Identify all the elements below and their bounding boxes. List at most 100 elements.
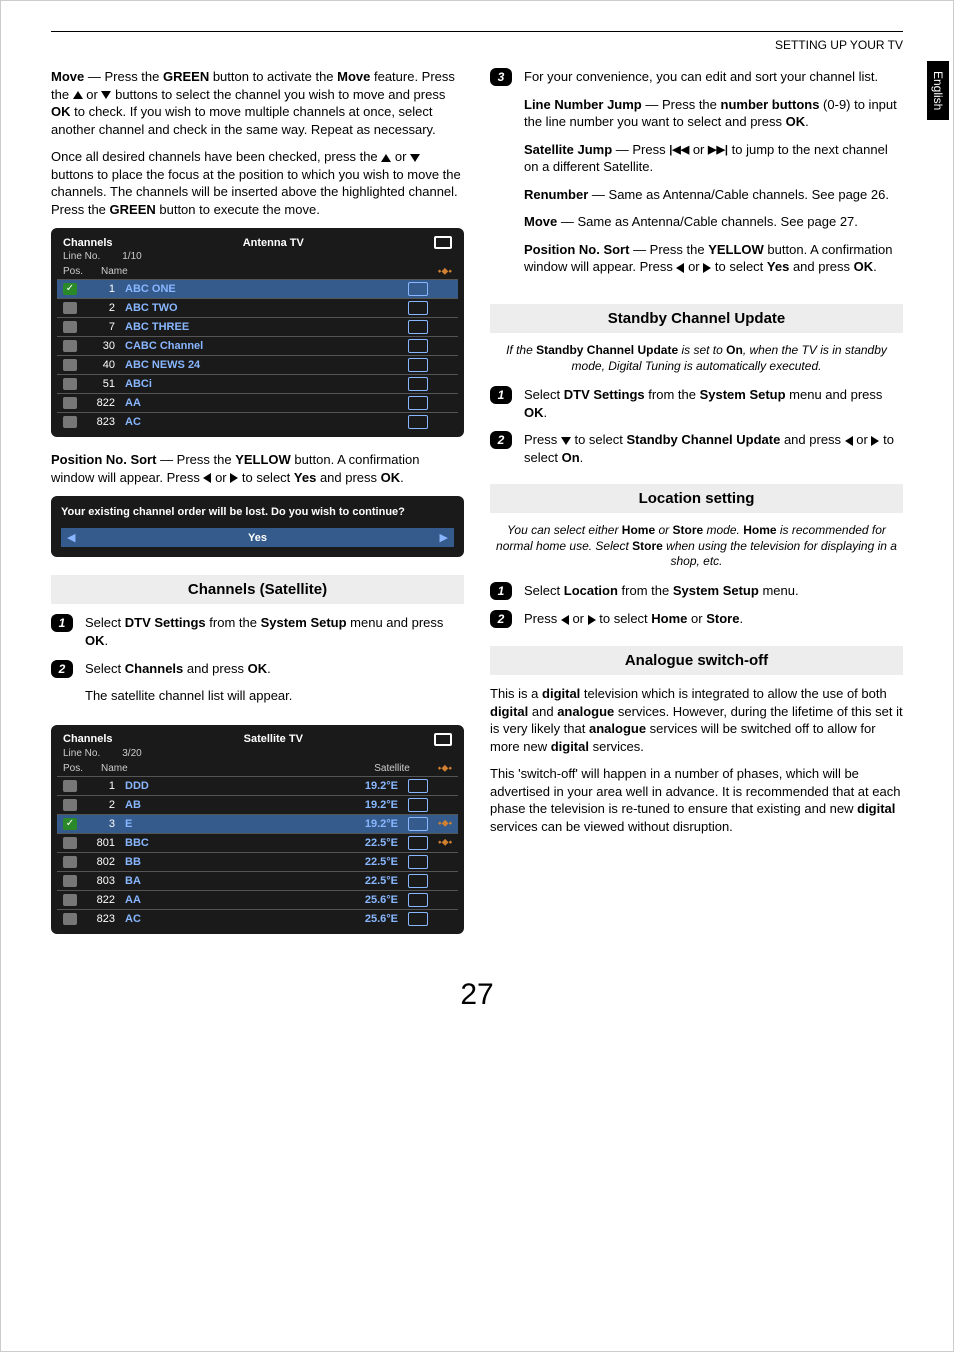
check-chip [63, 321, 77, 333]
tv-type-icon [408, 836, 428, 850]
right-arrow-icon: ▶ [440, 531, 448, 544]
analogue-p2: This 'switch-off' will happen in a numbe… [490, 765, 903, 835]
panel-mode: Antenna TV [243, 237, 304, 249]
line-no-value: 3/20 [122, 748, 141, 759]
right-arrow-icon [588, 615, 596, 625]
channel-pos: 3 [87, 818, 115, 830]
channel-row: 802BB22.5°E [57, 852, 458, 871]
channel-row: 801BBC22.5°E⬩⬥⬩ [57, 833, 458, 852]
tv-type-icon [408, 301, 428, 315]
left-arrow-icon: ◀ [67, 531, 75, 544]
encrypted-icon: ⬩⬥⬩ [438, 837, 452, 848]
check-chip [63, 397, 77, 409]
channel-pos: 822 [87, 894, 115, 906]
channel-row: 823AC25.6°E [57, 909, 458, 928]
sat-note: The satellite channel list will appear. [85, 687, 464, 705]
header-rule [51, 31, 903, 32]
analogue-p1: This is a digital television which is in… [490, 685, 903, 755]
panel-title: Channels [63, 237, 113, 249]
channel-name: AB [125, 799, 338, 811]
location-sub: You can select either Home or Store mode… [490, 523, 903, 570]
channel-satellite: 19.2°E [348, 818, 398, 830]
left-column: Move — Press the GREEN button to activat… [51, 68, 464, 948]
check-chip [63, 359, 77, 371]
col-satellite: Satellite [374, 763, 410, 774]
tv-type-icon [408, 377, 428, 391]
check-chip [63, 378, 77, 390]
channel-pos: 822 [87, 397, 115, 409]
channel-name: CABC Channel [125, 340, 398, 352]
tv-type-icon [408, 855, 428, 869]
location-heading: Location setting [490, 484, 903, 513]
skip-back-icon: |◀◀ [669, 143, 689, 158]
standby-sub: If the Standby Channel Update is set to … [490, 343, 903, 374]
channel-name: ABC THREE [125, 321, 398, 333]
channel-satellite: 22.5°E [348, 837, 398, 849]
channel-row: 40ABC NEWS 24 [57, 355, 458, 374]
channel-satellite: 22.5°E [348, 875, 398, 887]
line-no-label: Line No. [63, 251, 100, 262]
channel-name: BA [125, 875, 338, 887]
skip-forward-icon: ▶▶| [708, 143, 728, 158]
up-arrow-icon [381, 154, 391, 162]
check-chip [63, 837, 77, 849]
standby-step-2: Press to select Standby Channel Update a… [524, 431, 903, 466]
tv-type-icon [408, 798, 428, 812]
col-name: Name [101, 266, 128, 277]
sat-step-2: Select Channels and press OK. The satell… [85, 660, 464, 715]
channel-name: AA [125, 894, 338, 906]
tv-type-icon [408, 817, 428, 831]
channel-row: 803 BA 22.5°E [57, 871, 458, 890]
channel-satellite: 19.2°E [348, 780, 398, 792]
right-column: 3 For your convenience, you can edit and… [490, 68, 903, 948]
tv-type-icon [408, 320, 428, 334]
move-paragraph-1: Move — Press the GREEN button to activat… [51, 68, 464, 138]
step-badge-1: 1 [51, 614, 73, 632]
channel-row: ✓1ABC ONE [57, 279, 458, 298]
channel-pos: 823 [87, 416, 115, 428]
up-arrow-icon [73, 91, 83, 99]
channel-name: AA [125, 397, 398, 409]
step-badge-3: 3 [490, 68, 512, 86]
confirm-dialog: Your existing channel order will be lost… [51, 496, 464, 557]
tv-type-icon [408, 339, 428, 353]
channels-satellite-heading: Channels (Satellite) [51, 575, 464, 604]
step-3-body: For your convenience, you can edit and s… [524, 68, 903, 286]
header-title: SETTING UP YOUR TV [51, 38, 903, 52]
channels-antenna-panel: Channels Antenna TV Line No. 1/10 Pos. N… [51, 228, 464, 437]
check-chip [63, 913, 77, 925]
channel-row: 822 AA 25.6°E [57, 890, 458, 909]
left-arrow-icon [845, 436, 853, 446]
dialog-yes: Yes [75, 532, 439, 544]
channel-pos: 2 [87, 799, 115, 811]
left-arrow-icon [561, 615, 569, 625]
down-arrow-icon [101, 91, 111, 99]
language-tab: English [927, 61, 949, 120]
step-badge-1: 1 [490, 582, 512, 600]
down-arrow-icon [410, 154, 420, 162]
channel-pos: 803 [87, 875, 115, 887]
tv-type-icon [408, 282, 428, 296]
standby-heading: Standby Channel Update [490, 304, 903, 333]
tv-type-icon [408, 874, 428, 888]
channel-row: 30CABC Channel [57, 336, 458, 355]
check-chip [63, 856, 77, 868]
channel-satellite: 25.6°E [348, 894, 398, 906]
channel-name: ABC ONE [125, 283, 398, 295]
step-badge-1: 1 [490, 386, 512, 404]
channel-row: ✓3E19.2°E⬩⬥⬩ [57, 814, 458, 833]
channel-name: BBC [125, 837, 338, 849]
channel-row: 7ABC THREE [57, 317, 458, 336]
key-icon: ⬩⬥⬩ [438, 266, 452, 277]
down-arrow-icon [561, 437, 571, 445]
location-step-2: Press or to select Home or Store. [524, 610, 903, 628]
dialog-message: Your existing channel order will be lost… [61, 506, 454, 518]
channel-row: 2ABC TWO [57, 298, 458, 317]
panel-title: Channels [63, 733, 113, 745]
tv-type-icon [408, 912, 428, 926]
col-pos: Pos. [63, 763, 83, 774]
check-chip [63, 340, 77, 352]
tv-type-icon [408, 893, 428, 907]
step-badge-2: 2 [51, 660, 73, 678]
analogue-heading: Analogue switch-off [490, 646, 903, 675]
